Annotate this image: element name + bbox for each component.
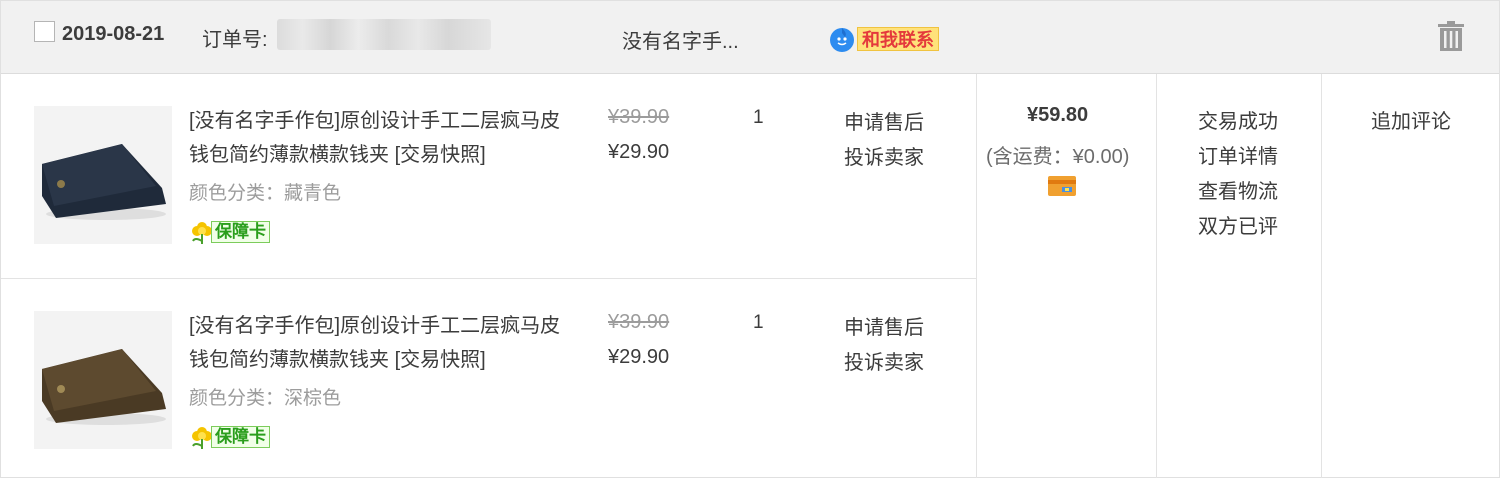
view-logistics-link[interactable]: 查看物流 <box>1198 175 1278 204</box>
current-price: ¥29.90 <box>608 141 670 163</box>
product-title[interactable]: [没有名字手作包]原创设计手工二层疯马皮钱包简约薄款横款钱夹 [交易快照] <box>189 104 579 172</box>
quantity: 1 <box>753 107 764 128</box>
column-divider <box>976 74 977 478</box>
trade-status: 交易成功 <box>1198 111 1278 133</box>
column-divider <box>1156 74 1157 478</box>
shipping-fee-note: (含运费：¥0.00) <box>986 146 1130 168</box>
trade-snapshot-link[interactable]: [交易快照] <box>395 349 486 371</box>
order-details-link[interactable]: 订单详情 <box>1198 140 1278 169</box>
order-item: [没有名字手作包]原创设计手工二层疯马皮钱包简约薄款横款钱夹 [交易快照] 颜色… <box>1 279 976 478</box>
current-price: ¥29.90 <box>608 346 670 368</box>
product-title[interactable]: [没有名字手作包]原创设计手工二层疯马皮钱包简约薄款横款钱夹 [交易快照] <box>189 309 579 377</box>
order-total: ¥59.80 <box>1027 104 1089 126</box>
add-review-link[interactable]: 追加评论 <box>1371 105 1451 134</box>
order-header: 2019-08-21 订单号: 没有名字手... 和我联系 <box>1 1 1499 74</box>
guarantee-card-label: 保障卡 <box>211 426 270 448</box>
both-reviewed-link[interactable]: 双方已评 <box>1198 210 1278 239</box>
order-date: 2019-08-21 <box>62 23 165 45</box>
product-sku: 颜色分类：藏青色 <box>189 183 342 204</box>
shop-name-link[interactable]: 没有名字手... <box>622 25 739 54</box>
original-price: ¥39.90 <box>608 311 670 333</box>
complain-seller-link[interactable]: 投诉卖家 <box>844 346 924 375</box>
trade-snapshot-link[interactable]: [交易快照] <box>395 144 486 166</box>
apply-after-sales-link[interactable]: 申请售后 <box>844 311 924 340</box>
complain-seller-link[interactable]: 投诉卖家 <box>844 141 924 170</box>
column-divider <box>1321 74 1322 478</box>
original-price: ¥39.90 <box>608 106 670 128</box>
product-thumbnail[interactable] <box>34 106 172 244</box>
trash-icon[interactable] <box>1437 21 1465 51</box>
guarantee-card-badge[interactable]: 保障卡 <box>189 424 279 450</box>
quantity: 1 <box>753 312 764 333</box>
guarantee-card-label: 保障卡 <box>211 221 270 243</box>
wangwang-chat-icon <box>830 28 854 52</box>
contact-seller-button[interactable]: 和我联系 <box>829 25 945 53</box>
credit-card-icon[interactable] <box>1048 176 1076 196</box>
contact-seller-label: 和我联系 <box>857 27 939 51</box>
guarantee-card-badge[interactable]: 保障卡 <box>189 219 279 245</box>
order-number-label: 订单号: <box>202 29 268 51</box>
product-thumbnail[interactable] <box>34 311 172 449</box>
order-number-redacted <box>277 19 491 50</box>
apply-after-sales-link[interactable]: 申请售后 <box>844 106 924 135</box>
order-item: [没有名字手作包]原创设计手工二层疯马皮钱包简约薄款横款钱夹 [交易快照] 颜色… <box>1 74 976 278</box>
select-order-checkbox[interactable] <box>34 21 55 42</box>
product-sku: 颜色分类：深棕色 <box>189 388 342 409</box>
order-card: 2019-08-21 订单号: 没有名字手... 和我联系 [没有名字手作包]原… <box>0 0 1500 478</box>
